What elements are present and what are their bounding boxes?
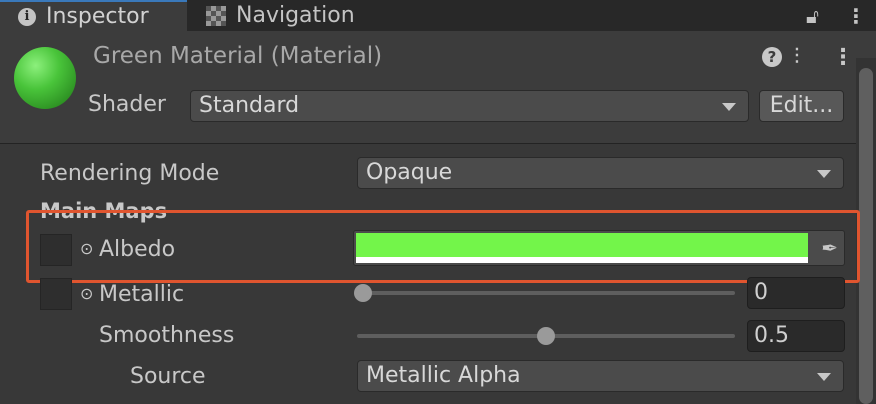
source-value: Metallic Alpha	[366, 363, 521, 388]
context-menu-icon[interactable]: ⋮	[832, 45, 854, 70]
chevron-down-icon	[817, 373, 831, 381]
tab-navigation-label: Navigation	[236, 3, 355, 28]
help-icon[interactable]: ?	[762, 47, 782, 67]
info-icon: i	[18, 7, 36, 26]
chevron-down-icon	[722, 103, 736, 111]
edit-shader-button[interactable]: Edit...	[759, 90, 844, 122]
tab-bar: i Inspector Navigation 🔓︎ ⋮	[0, 0, 876, 31]
chevron-down-icon	[817, 170, 831, 178]
source-dropdown[interactable]: Metallic Alpha	[357, 360, 844, 392]
material-header: Green Material (Material) ? ⫶ ⋮ Shader S…	[0, 31, 876, 144]
tab-navigation[interactable]: Navigation	[202, 0, 355, 31]
lock-icon[interactable]: 🔓︎	[806, 4, 819, 28]
rendering-mode-label: Rendering Mode	[40, 161, 220, 186]
metallic-label: Metallic	[99, 282, 185, 307]
shader-dropdown[interactable]: Standard	[190, 90, 749, 122]
metallic-value-field[interactable]: 0	[747, 277, 845, 309]
metallic-slider-track[interactable]	[357, 291, 735, 295]
scrollbar-thumb[interactable]	[859, 68, 873, 404]
smoothness-value-field[interactable]: 0.5	[747, 320, 845, 352]
highlight-box	[26, 210, 860, 283]
metallic-texture-slot[interactable]	[40, 278, 72, 310]
tab-inspector[interactable]: i Inspector	[0, 0, 187, 31]
material-preview-sphere	[14, 47, 76, 109]
smoothness-label: Smoothness	[99, 323, 235, 348]
material-title: Green Material (Material)	[93, 43, 383, 69]
object-picker-icon[interactable]: ⊙	[80, 284, 93, 303]
settings-sliders-icon[interactable]: ⫶	[794, 45, 800, 70]
shader-value: Standard	[199, 93, 300, 118]
rendering-mode-dropdown[interactable]: Opaque	[357, 157, 844, 189]
shader-label: Shader	[88, 92, 166, 117]
window-menu-icon[interactable]: ⋮	[846, 4, 866, 28]
navigation-icon	[206, 5, 226, 26]
rendering-mode-value: Opaque	[366, 160, 453, 185]
smoothness-slider-handle[interactable]	[537, 327, 555, 345]
tab-inspector-label: Inspector	[46, 4, 149, 29]
metallic-slider-handle[interactable]	[354, 284, 372, 302]
source-label: Source	[130, 364, 206, 389]
